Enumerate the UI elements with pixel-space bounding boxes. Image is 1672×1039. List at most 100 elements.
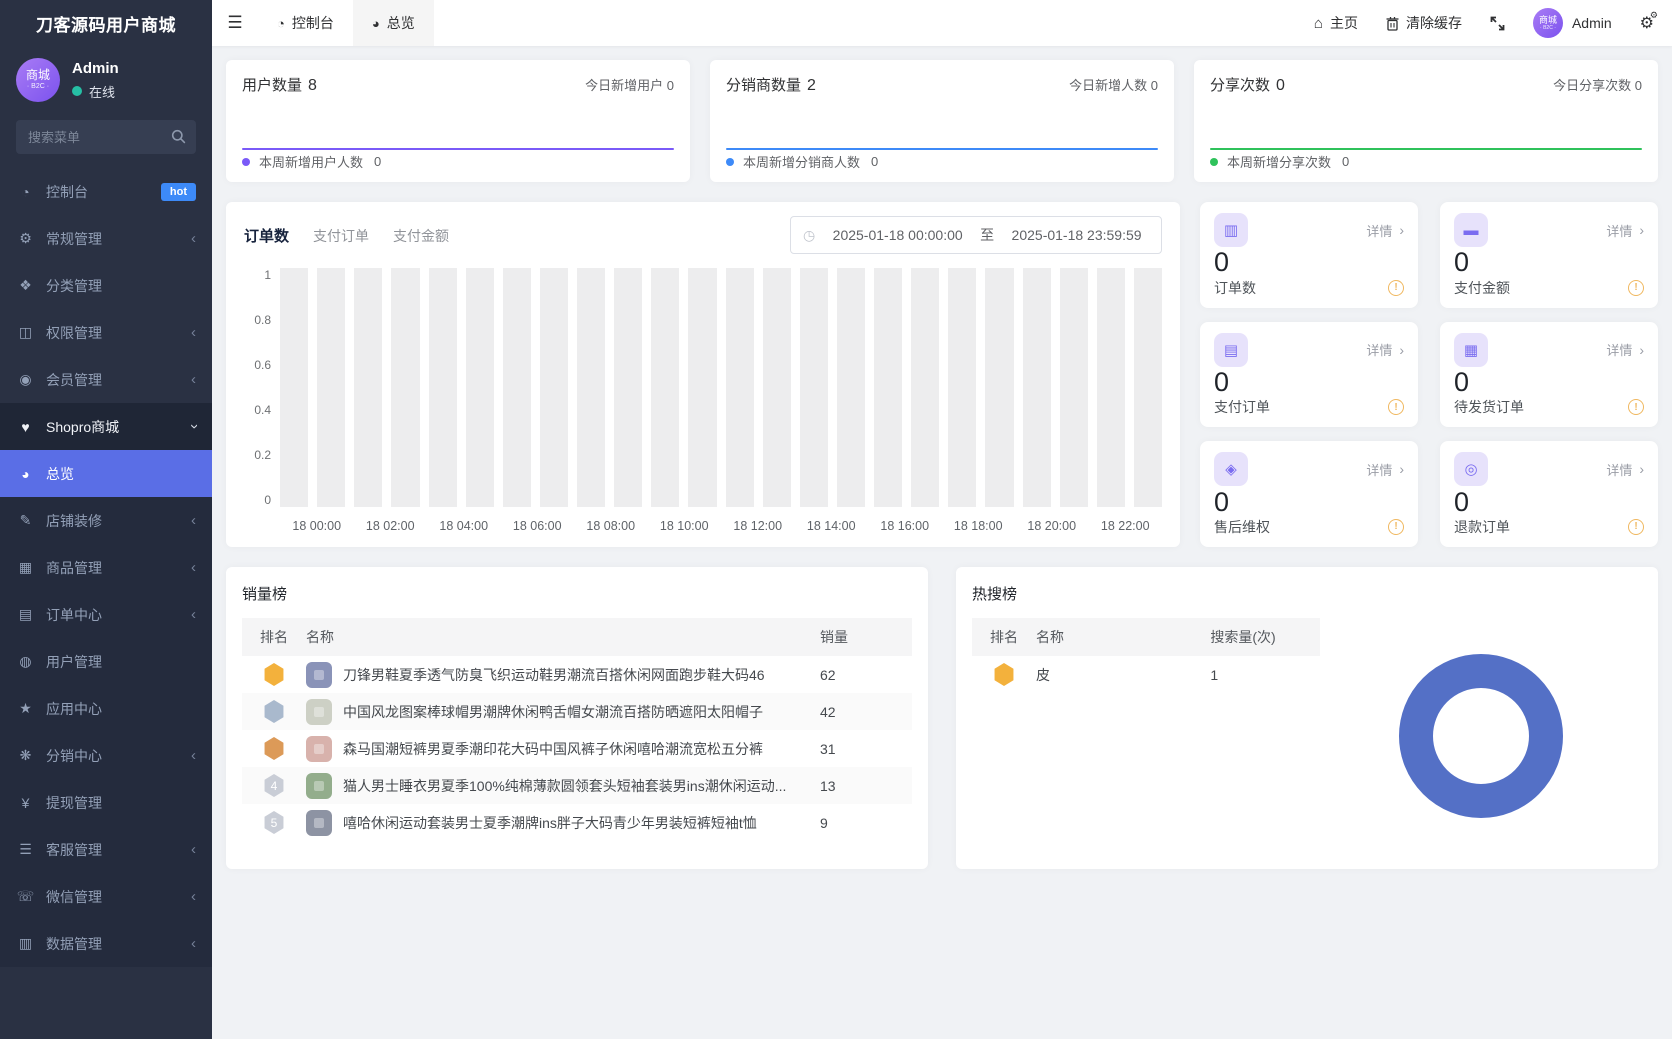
app-window: 刀客源码用户商城 商城 · B2C · Admin 在线 ◔ 控制台 hot ⚙ 常规管… xyxy=(0,0,1672,1039)
hour-bar xyxy=(1096,268,1125,507)
home-link[interactable]: ⌂ 主页 xyxy=(1314,13,1358,33)
date-end-value[interactable]: 2025-01-18 23:59:59 xyxy=(1004,227,1149,243)
sidebar-item-data[interactable]: ▥ 数据管理 ‹ xyxy=(0,920,212,967)
detail-link[interactable]: 详情 › xyxy=(1606,221,1644,240)
sidebar-item-user[interactable]: ◍ 用户管理 xyxy=(0,638,212,685)
sidebar-item-app[interactable]: ★ 应用中心 xyxy=(0,685,212,732)
sidebar-item-decorate[interactable]: ✎ 店铺装修 ‹ xyxy=(0,497,212,544)
rank-cell xyxy=(242,700,306,723)
detail-link[interactable]: 详情 › xyxy=(1366,340,1404,359)
col-name-header: 名称 xyxy=(1036,627,1210,647)
settings-icon[interactable]: ⚙ ⚙ xyxy=(1640,10,1658,33)
rank-badge-icon: 4 xyxy=(264,774,284,797)
col-value-header: 销量 xyxy=(820,629,848,645)
detail-card-2: ▤ 详情 › 0 支付订单! xyxy=(1200,321,1418,428)
clear-cache-label: 清除缓存 xyxy=(1405,15,1462,31)
sidebar-item-order[interactable]: ▤ 订单中心 ‹ xyxy=(0,591,212,638)
stat-footer-value: 0 xyxy=(1342,154,1350,169)
sidebar-item-withdraw[interactable]: ¥ 提现管理 xyxy=(0,779,212,826)
chevron-left-icon: ‹ xyxy=(191,747,196,764)
warning-circle-icon: ! xyxy=(1628,399,1644,416)
hour-bar xyxy=(836,268,865,507)
orders-bar-chart: 1 0.8 0.6 0.4 0.2 0 18 00:00 18 02:00 18 04:00 1… xyxy=(244,268,1162,533)
detail-card-3: ▦ 详情 › 0 待发货订单! xyxy=(1440,321,1658,428)
hour-bar xyxy=(985,268,1014,507)
x-tick-label: 18 10:00 xyxy=(659,519,709,533)
detail-link[interactable]: 详情 › xyxy=(1606,340,1644,359)
fullscreen-icon[interactable] xyxy=(1490,16,1505,31)
detail-label: 订单数 xyxy=(1214,279,1256,296)
legend-dot-icon xyxy=(1210,157,1218,166)
col-name-label: 名称 xyxy=(306,629,334,645)
sidebar-item-auth[interactable]: ◫ 权限管理 ‹ xyxy=(0,309,212,356)
detail-link-label: 详情 xyxy=(1366,462,1393,478)
goods-box-icon: ▦ xyxy=(18,559,33,575)
bars xyxy=(280,268,1162,507)
x-tick-label: 18 06:00 xyxy=(512,519,562,533)
sidebar-item-goods[interactable]: ▦ 商品管理 ‹ xyxy=(0,544,212,591)
rank-badge-icon xyxy=(264,663,284,686)
brush-icon: ✎ xyxy=(19,512,32,528)
detail-label: 待发货订单 xyxy=(1454,399,1524,416)
hour-bar xyxy=(428,268,457,507)
hour-bar xyxy=(874,268,903,507)
tab-label: 总览 xyxy=(386,15,415,31)
chevron-left-icon: ‹ xyxy=(191,559,196,576)
admin-avatar: 商城 · B2C · xyxy=(1532,8,1563,38)
stat-card-2: 分享次数 0 今日分享次数 0 本周新增分享次数 0 xyxy=(1194,60,1658,182)
table-row: 森马国潮短裤男夏季潮印花大码中国风裤子休闲嘻哈潮流宽松五分裤 31 xyxy=(242,730,912,767)
stat-footer: 本周新增分享次数 0 xyxy=(1210,152,1349,171)
home-label: 主页 xyxy=(1329,15,1358,31)
topbar-left: ☰ ◔ 控制台 ◕ 总览 xyxy=(212,0,434,46)
sidebar-item-category[interactable]: ❖ 分类管理 xyxy=(0,262,212,309)
warning-circle-icon: ! xyxy=(1628,518,1644,535)
detail-card-top: ◈ 详情 › xyxy=(1214,452,1404,487)
tab-paid-amount[interactable]: 支付金额 xyxy=(393,226,449,246)
sidebar-item-shopro[interactable]: ♥ Shopro商城 ‹ xyxy=(0,403,212,450)
date-start-value[interactable]: 2025-01-18 00:00:00 xyxy=(825,227,970,243)
detail-card-bottom: 退款订单! xyxy=(1454,517,1644,537)
date-range-picker[interactable]: ◷ 2025-01-18 00:00:00 至 2025-01-18 23:59… xyxy=(790,216,1162,254)
sidebar-item-overview[interactable]: ◕ 总览 xyxy=(0,450,212,497)
y-tick-label: 0.4 xyxy=(254,403,271,417)
stat-today-label: 今日分享次数 0 xyxy=(1553,78,1642,93)
tab-overview[interactable]: ◕ 总览 xyxy=(352,0,434,46)
detail-cards-grid: ▥ 详情 › 0 订单数! ▬ 详情 › 0 支付金额! ▤ 详情 › 0 支付订单! ▦ 详情 › 0 待发货订单!… xyxy=(1200,202,1658,547)
tab-paid-orders[interactable]: 支付订单 xyxy=(313,226,369,246)
menu-toggle-icon[interactable]: ☰ xyxy=(212,0,258,46)
sidebar-item-commission[interactable]: ❋ 分销中心 ‹ xyxy=(0,732,212,779)
tab-console[interactable]: ◔ 控制台 xyxy=(258,0,353,46)
col-rank-header: 排名 xyxy=(990,629,1018,645)
trash-icon xyxy=(1386,16,1399,31)
paid-order-icon: ▤ xyxy=(1214,332,1248,367)
detail-link-label: 详情 xyxy=(1606,223,1633,239)
table-row: 5 嘻哈休闲运动套装男士夏季潮牌ins胖子大码青少年男装短裤短袖t恤 9 xyxy=(242,804,912,841)
detail-value: 0 xyxy=(1454,486,1470,517)
x-axis: 18 00:00 18 02:00 18 04:00 18 06:00 18 08:00… xyxy=(280,507,1162,533)
detail-link[interactable]: 详情 › xyxy=(1366,460,1404,479)
sidebar-item-member[interactable]: ◉ 会员管理 ‹ xyxy=(0,356,212,403)
sidebar-item-label: 分销中心 xyxy=(46,747,102,764)
sidebar-item-general[interactable]: ⚙ 常规管理 ‹ xyxy=(0,215,212,262)
menu-search-input[interactable] xyxy=(16,120,196,154)
table-row: 4 猫人男士睡衣男夏季100%纯棉薄款圆领套头短袖套装男ins潮休闲运动... 13 xyxy=(242,767,912,804)
detail-link[interactable]: 详情 › xyxy=(1606,460,1644,479)
wallet-icon: ▬ xyxy=(1454,213,1488,247)
detail-card-bottom: 订单数! xyxy=(1214,278,1404,298)
y-tick-label: 0.8 xyxy=(254,313,271,327)
avatar[interactable]: 商城 · B2C · xyxy=(16,58,60,102)
sidebar-item-service[interactable]: ☰ 客服管理 ‹ xyxy=(0,826,212,873)
tab-order-count[interactable]: 订单数 xyxy=(244,225,289,246)
rank-badge-icon xyxy=(994,663,1014,686)
sidebar-item-console[interactable]: ◔ 控制台 hot xyxy=(0,168,212,215)
sidebar-item-wechat[interactable]: ☏ 微信管理 ‹ xyxy=(0,873,212,920)
detail-link[interactable]: 详情 › xyxy=(1366,221,1404,240)
sidebar-menu: ◔ 控制台 hot ⚙ 常规管理 ‹ ❖ 分类管理 ◫ 权限管理 ‹ ◉ 会员管理 ‹ ♥ Shopro商城 ‹… xyxy=(0,168,212,1039)
hot-badge: hot xyxy=(160,182,196,201)
clear-cache-button[interactable]: 清除缓存 xyxy=(1386,13,1462,33)
admin-menu[interactable]: 商城 · B2C · Admin xyxy=(1532,8,1612,38)
y-tick-label: 0 xyxy=(264,493,271,507)
sidebar-item-label: 店铺装修 xyxy=(46,512,102,529)
detail-card-5: ◎ 详情 › 0 退款订单! xyxy=(1440,441,1658,547)
chevron-right-icon: › xyxy=(1639,461,1644,478)
